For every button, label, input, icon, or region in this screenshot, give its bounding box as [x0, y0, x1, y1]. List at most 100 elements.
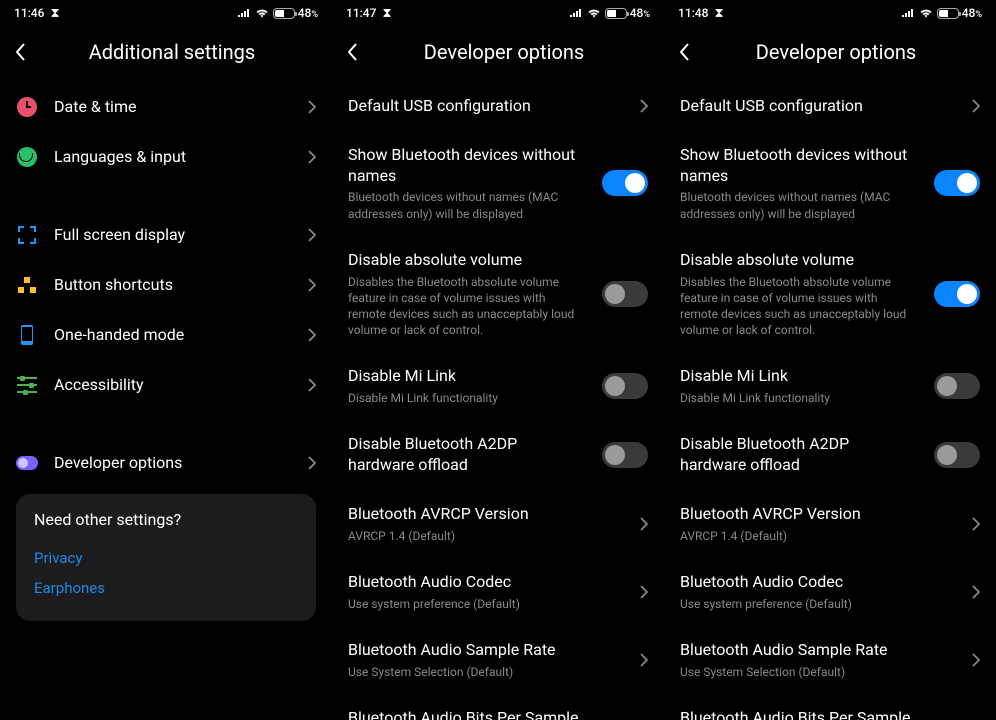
row-default-usb-configuration[interactable]: Default USB configuration [680, 82, 980, 131]
row-languages-input[interactable]: Languages & input [16, 132, 316, 182]
row-show-bluetooth-devices-without-names[interactable]: Show Bluetooth devices without namesBlue… [680, 131, 980, 236]
row-title: Bluetooth Audio Bits Per Sample [680, 708, 956, 720]
back-icon[interactable] [16, 43, 26, 61]
row-full-screen-display[interactable]: Full screen display [16, 210, 316, 260]
row-title: Bluetooth Audio Sample Rate [348, 640, 624, 661]
toggle-switch[interactable] [934, 170, 980, 196]
screen-developer-options-2: 11:48 ⧗ 48% Developer options Default US… [664, 0, 996, 720]
battery-indicator: 48% [273, 6, 318, 20]
chevron-right-icon [308, 456, 316, 470]
row-bluetooth-avrcp-version[interactable]: Bluetooth AVRCP VersionAVRCP 1.4 (Defaul… [348, 490, 648, 558]
row-bluetooth-audio-bits-per-sample[interactable]: Bluetooth Audio Bits Per SampleUse Syste… [680, 694, 980, 720]
button-shortcuts-icon [18, 277, 36, 293]
page-title: Developer options [710, 40, 962, 64]
row-title: Bluetooth AVRCP Version [680, 504, 956, 525]
row-disable-mi-link[interactable]: Disable Mi Link Disable Mi Link functiona… [680, 352, 980, 420]
fullscreen-icon [18, 226, 36, 244]
header: Additional settings [0, 26, 332, 82]
row-show-bluetooth-devices-without-names[interactable]: Show Bluetooth devices without namesBlue… [348, 131, 648, 236]
row-description: Disables the Bluetooth absolute volume f… [348, 274, 586, 339]
screen-additional-settings: 11:46 ⧗ 48% Additional settings Date & t… [0, 0, 332, 720]
page-title: Developer options [378, 40, 630, 64]
battery-indicator: 48% [937, 6, 982, 20]
row-developer-options[interactable]: Developer options [16, 438, 316, 488]
chevron-right-icon [640, 653, 648, 667]
row-bluetooth-audio-sample-rate[interactable]: Bluetooth Audio Sample Rate Use System Se… [348, 626, 648, 694]
row-disable-mi-link[interactable]: Disable Mi LinkDisable Mi Link functiona… [348, 352, 648, 420]
chevron-right-icon [308, 100, 316, 114]
back-icon[interactable] [680, 43, 690, 61]
row-description: Use System Selection (Default) [348, 664, 624, 680]
row-default-usb-configuration[interactable]: Default USB configuration [348, 82, 648, 131]
screen-developer-options-1: 11:47 ⧗ 48% Developer options Default US… [332, 0, 664, 720]
toggle-switch[interactable] [602, 373, 648, 399]
status-time: 11:46 [14, 6, 44, 20]
row-accessibility[interactable]: Accessibility [16, 360, 316, 410]
toggle-icon [16, 456, 38, 470]
row-description: Use system preference (Default) [680, 596, 956, 612]
row-bluetooth-avrcp-version[interactable]: Bluetooth AVRCP VersionAVRCP 1.4 (Defaul… [680, 490, 980, 558]
row-description: Disables the Bluetooth absolute volume f… [680, 274, 918, 339]
hourglass-icon: ⧗ [714, 7, 723, 20]
wifi-icon [255, 8, 269, 18]
row-title: Bluetooth Audio Codec [680, 572, 956, 593]
need-other-settings-card: Need other settings? Privacy Earphones [16, 494, 316, 621]
row-button-shortcuts[interactable]: Button shortcuts [16, 260, 316, 310]
chevron-right-icon [640, 99, 648, 113]
row-disable-absolute-volume[interactable]: Disable absolute volume Disables the Blue… [680, 236, 980, 353]
card-title: Need other settings? [34, 510, 298, 529]
row-disable-bluetooth-a2dp-hardware-offload[interactable]: Disable Bluetooth A2DP hardware offload [348, 420, 648, 490]
row-description: Bluetooth devices without names (MAC add… [680, 189, 918, 221]
row-bluetooth-audio-codec[interactable]: Bluetooth Audio Codec Use system preferen… [680, 558, 980, 626]
toggle-switch[interactable] [602, 170, 648, 196]
row-title: Show Bluetooth devices without names [680, 145, 918, 187]
toggle-switch[interactable] [934, 281, 980, 307]
wifi-icon [587, 8, 601, 18]
sliders-icon [17, 377, 37, 393]
header: Developer options [664, 26, 996, 82]
row-description: Use system preference (Default) [348, 596, 624, 612]
row-bluetooth-audio-bits-per-sample[interactable]: Bluetooth Audio Bits Per SampleUse Syste… [348, 694, 648, 720]
toggle-switch[interactable] [934, 442, 980, 468]
status-time: 11:48 [678, 6, 708, 20]
hourglass-icon: ⧗ [382, 7, 391, 20]
row-one-handed-mode[interactable]: One-handed mode [16, 310, 316, 360]
toggle-switch[interactable] [602, 442, 648, 468]
row-title: Disable absolute volume [348, 250, 586, 271]
row-title: Show Bluetooth devices without names [348, 145, 586, 187]
row-description: Disable Mi Link functionality [348, 390, 586, 406]
row-bluetooth-audio-sample-rate[interactable]: Bluetooth Audio Sample RateUse System Se… [680, 626, 980, 694]
row-date-time[interactable]: Date & time [16, 82, 316, 132]
chevron-right-icon [972, 517, 980, 531]
battery-indicator: 48% [605, 6, 650, 20]
header: Developer options [332, 26, 664, 82]
toggle-switch[interactable] [602, 281, 648, 307]
row-title: Default USB configuration [348, 96, 624, 117]
chevron-right-icon [972, 585, 980, 599]
signal-icon [901, 8, 915, 18]
row-title: Bluetooth Audio Codec [348, 572, 624, 593]
row-disable-bluetooth-a2dp-hardware-offload[interactable]: Disable Bluetooth A2DP hardware offload [680, 420, 980, 490]
row-title: Disable Mi Link [680, 366, 918, 387]
row-description: Disable Mi Link functionality [680, 390, 918, 406]
link-earphones[interactable]: Earphones [34, 573, 298, 603]
row-title: Disable absolute volume [680, 250, 918, 271]
back-icon[interactable] [348, 43, 358, 61]
link-privacy[interactable]: Privacy [34, 543, 298, 573]
row-title: Bluetooth Audio Sample Rate [680, 640, 956, 661]
toggle-switch[interactable] [934, 373, 980, 399]
chevron-right-icon [308, 228, 316, 242]
row-title: Disable Bluetooth A2DP hardware offload [348, 434, 586, 476]
phone-icon [21, 325, 33, 345]
row-disable-absolute-volume[interactable]: Disable absolute volume Disables the Blue… [348, 236, 648, 353]
signal-icon [569, 8, 583, 18]
status-time: 11:47 [346, 6, 376, 20]
row-title: Bluetooth Audio Bits Per Sample [348, 708, 624, 720]
chevron-right-icon [972, 653, 980, 667]
row-title: Bluetooth AVRCP Version [348, 504, 624, 525]
page-title: Additional settings [46, 40, 298, 64]
row-bluetooth-audio-codec[interactable]: Bluetooth Audio Codec Use system preferen… [348, 558, 648, 626]
chevron-right-icon [640, 585, 648, 599]
row-title: Default USB configuration [680, 96, 956, 117]
signal-icon [237, 8, 251, 18]
